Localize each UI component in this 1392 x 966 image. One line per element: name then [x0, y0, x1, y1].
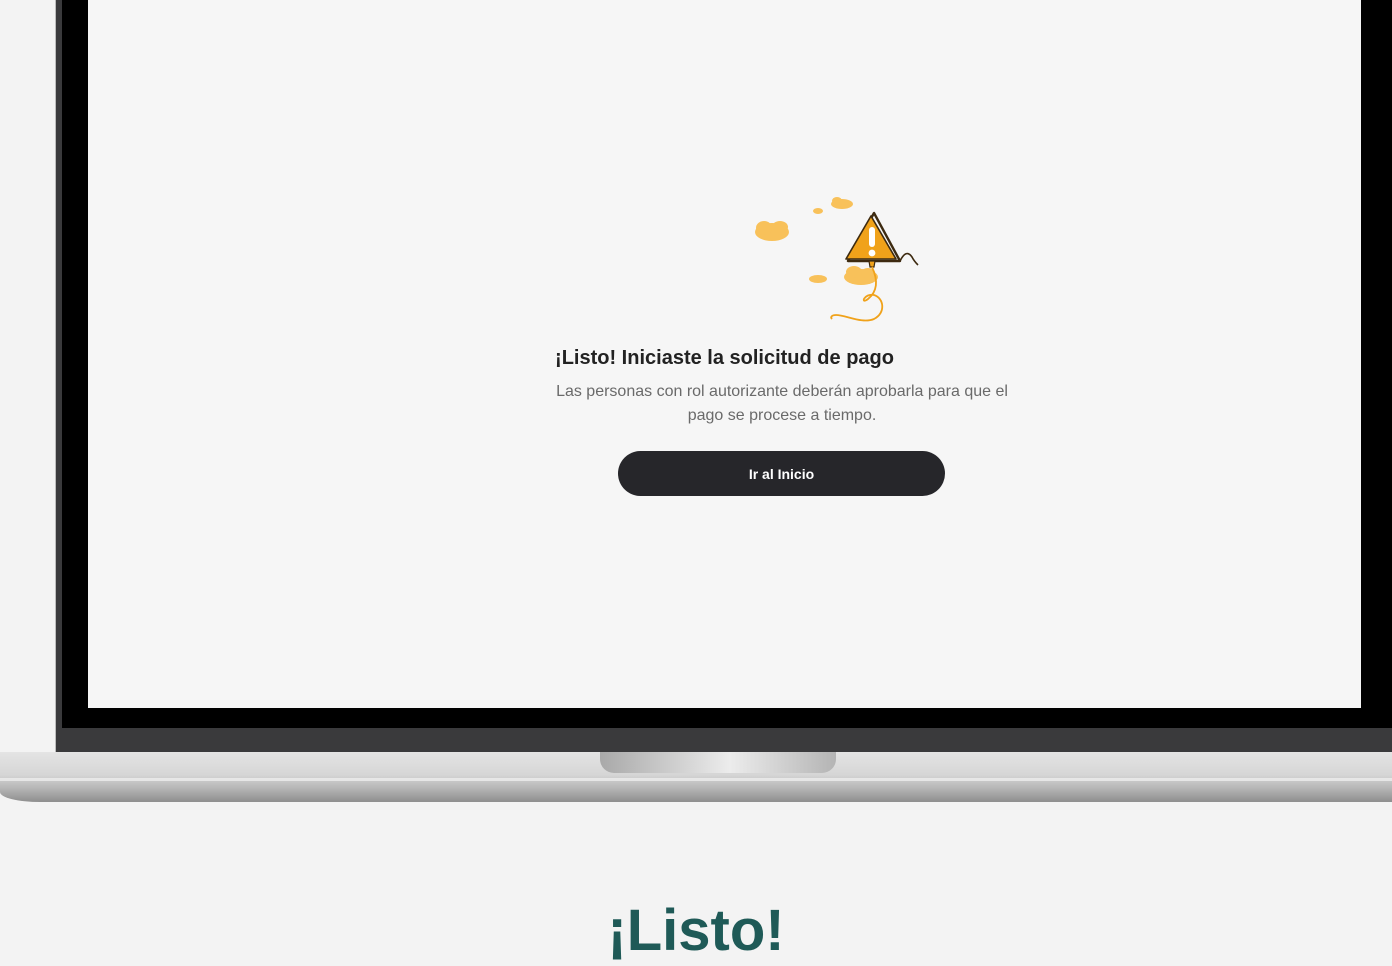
- laptop-notch: [600, 752, 836, 773]
- warning-balloon-icon: [755, 197, 919, 322]
- go-home-button[interactable]: Ir al Inicio: [618, 451, 945, 496]
- page-description: Las personas con rol autorizante deberán…: [556, 383, 1008, 424]
- section-heading: ¡Listo!: [607, 898, 785, 963]
- page-title: ¡Listo! Iniciaste la solicitud de pago: [555, 347, 894, 369]
- laptop-base-highlight: [0, 778, 1392, 781]
- laptop-screen: ¡Listo! Iniciaste la solicitud de pago L…: [88, 0, 1361, 708]
